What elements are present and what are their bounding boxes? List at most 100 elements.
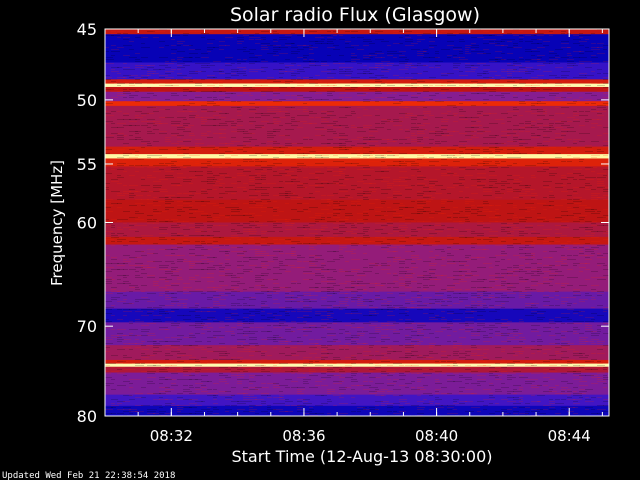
- noise-stripe: [267, 77, 274, 78]
- noise-stripe: [327, 113, 332, 114]
- noise-stripe: [285, 239, 291, 240]
- noise-stripe: [237, 37, 244, 38]
- noise-stripe: [477, 289, 484, 290]
- noise-stripe: [219, 41, 225, 42]
- noise-stripe: [495, 147, 499, 148]
- noise-stripe: [177, 141, 183, 142]
- noise-stripe: [345, 179, 349, 180]
- noise-stripe: [597, 347, 605, 348]
- noise-stripe: [447, 159, 454, 160]
- noise-stripe: [411, 79, 417, 80]
- noise-stripe: [171, 183, 180, 184]
- noise-stripe: [177, 209, 182, 210]
- noise-stripe: [567, 269, 573, 270]
- noise-stripe: [531, 149, 537, 150]
- noise-stripe: [441, 165, 448, 166]
- noise-stripe: [543, 111, 547, 112]
- noise-stripe: [291, 297, 298, 298]
- noise-stripe: [465, 63, 470, 64]
- noise-stripe: [369, 337, 376, 338]
- noise-stripe: [201, 147, 207, 148]
- noise-stripe: [303, 317, 312, 318]
- noise-stripe: [213, 97, 217, 98]
- noise-stripe: [345, 271, 351, 272]
- noise-stripe: [111, 305, 115, 306]
- noise-stripe: [459, 145, 463, 146]
- noise-stripe: [447, 173, 454, 174]
- noise-stripe: [327, 323, 332, 324]
- noise-stripe: [219, 327, 225, 328]
- noise-stripe: [333, 211, 341, 212]
- noise-stripe: [123, 311, 132, 312]
- noise-stripe: [429, 245, 438, 246]
- noise-stripe: [183, 33, 189, 34]
- noise-stripe: [549, 207, 553, 208]
- noise-stripe: [249, 323, 254, 324]
- noise-stripe: [447, 255, 454, 256]
- noise-stripe: [255, 253, 261, 254]
- noise-stripe: [579, 153, 588, 154]
- noise-stripe: [165, 199, 172, 200]
- noise-stripe: [543, 89, 552, 90]
- noise-stripe: [483, 201, 488, 202]
- noise-stripe: [441, 141, 447, 142]
- noise-stripe: [495, 161, 499, 162]
- noise-stripe: [423, 49, 428, 50]
- noise-stripe: [579, 125, 585, 126]
- noise-stripe: [465, 67, 471, 68]
- noise-stripe: [237, 111, 241, 112]
- noise-stripe: [579, 249, 583, 250]
- noise-stripe: [507, 219, 512, 220]
- noise-stripe: [549, 269, 558, 270]
- noise-stripe: [243, 345, 250, 346]
- noise-stripe: [213, 335, 219, 336]
- noise-stripe: [297, 157, 304, 158]
- noise-stripe: [285, 169, 289, 170]
- noise-stripe: [339, 221, 345, 222]
- noise-stripe: [459, 141, 467, 142]
- noise-stripe: [513, 151, 519, 152]
- noise-stripe: [153, 111, 159, 112]
- noise-stripe: [459, 329, 465, 330]
- noise-stripe: [567, 131, 576, 132]
- noise-stripe: [105, 51, 109, 52]
- noise-stripe: [375, 101, 379, 102]
- noise-stripe: [105, 201, 111, 202]
- noise-stripe: [411, 241, 419, 242]
- noise-stripe: [249, 207, 255, 208]
- noise-stripe: [153, 121, 161, 122]
- noise-stripe: [261, 189, 267, 190]
- noise-stripe: [381, 263, 387, 264]
- noise-stripe: [303, 147, 312, 148]
- noise-stripe: [129, 329, 138, 330]
- noise-stripe: [393, 105, 401, 106]
- noise-stripe: [345, 275, 354, 276]
- noise-stripe: [405, 161, 411, 162]
- noise-stripe: [141, 225, 147, 226]
- noise-stripe: [531, 289, 536, 290]
- noise-stripe: [567, 195, 572, 196]
- noise-stripe: [597, 107, 606, 108]
- noise-stripe: [117, 221, 122, 222]
- noise-stripe: [339, 169, 346, 170]
- noise-stripe: [189, 45, 193, 46]
- noise-stripe: [423, 271, 427, 272]
- noise-stripe: [339, 157, 348, 158]
- noise-stripe: [219, 351, 227, 352]
- noise-stripe: [537, 171, 546, 172]
- noise-stripe: [489, 241, 493, 242]
- noise-stripe: [357, 87, 365, 88]
- noise-stripe: [381, 171, 389, 172]
- noise-stripe: [141, 97, 150, 98]
- noise-stripe: [471, 353, 477, 354]
- noise-stripe: [297, 127, 303, 128]
- noise-stripe: [393, 89, 400, 90]
- noise-stripe: [399, 259, 406, 260]
- noise-stripe: [321, 219, 325, 220]
- noise-stripe: [105, 351, 110, 352]
- noise-stripe: [231, 309, 237, 310]
- noise-stripe: [207, 117, 214, 118]
- noise-stripe: [309, 65, 316, 66]
- noise-stripe: [531, 275, 540, 276]
- noise-stripe: [159, 65, 168, 66]
